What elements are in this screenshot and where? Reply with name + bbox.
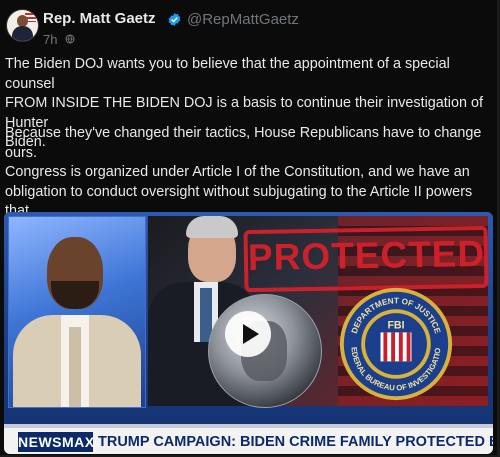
avatar-body	[12, 26, 33, 41]
play-icon[interactable]	[224, 310, 272, 358]
author-handle[interactable]: @RepMattGaetz	[187, 11, 299, 28]
profile-avatar[interactable]	[6, 9, 39, 42]
photo-panel: PROTECTED DEPARTMENT OF JUSTICE FEDERAL …	[148, 216, 489, 408]
anchor-panel	[8, 216, 146, 408]
news-ticker: NEWSMAX TRUMP CAMPAIGN: BIDEN CRIME FAMI…	[4, 424, 493, 454]
anchor-tie	[69, 327, 81, 407]
ticker-headline: TRUMP CAMPAIGN: BIDEN CRIME FAMILY PROTE…	[98, 434, 493, 450]
man-hair	[186, 216, 238, 238]
protected-stamp: PROTECTED	[243, 225, 489, 293]
post-card: Rep. Matt Gaetz @RepMattGaetz 7h The Bid…	[0, 0, 500, 457]
network-logo: NEWSMAX	[18, 432, 95, 452]
ticker-stripe	[4, 424, 493, 428]
fbi-seal-icon: DEPARTMENT OF JUSTICE FEDERAL BUREAU OF …	[338, 286, 453, 401]
author-name[interactable]: Rep. Matt Gaetz	[43, 10, 156, 27]
seal-center-text: FBI	[387, 320, 404, 332]
verified-badge-icon	[168, 12, 181, 27]
post-timestamp[interactable]: 7h	[43, 32, 57, 47]
globe-icon	[65, 34, 75, 44]
video-player[interactable]: PROTECTED DEPARTMENT OF JUSTICE FEDERAL …	[4, 212, 493, 454]
